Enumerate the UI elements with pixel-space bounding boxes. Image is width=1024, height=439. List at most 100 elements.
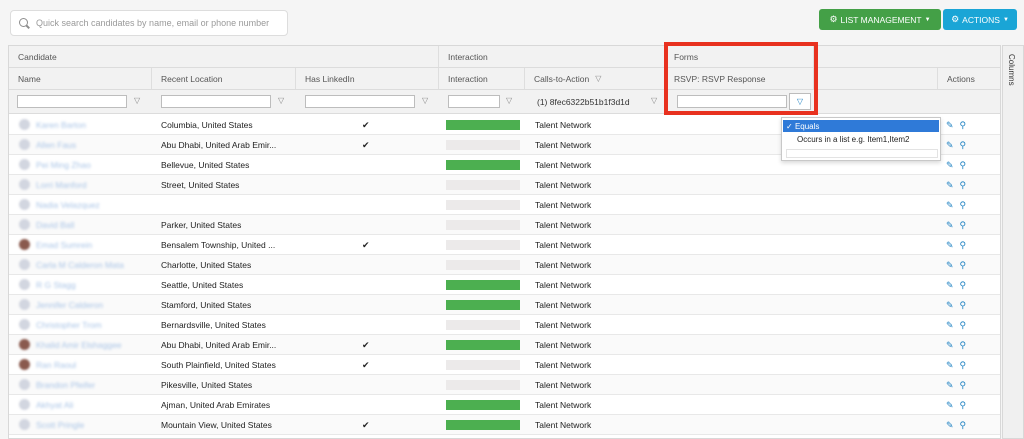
search-input[interactable] — [36, 18, 281, 28]
calls-to-action: Talent Network — [535, 400, 592, 410]
candidate-name-link[interactable]: Carla M Calderon Mata — [36, 255, 124, 275]
recent-location: Pikesville, United States — [161, 380, 253, 390]
magnifier-icon[interactable]: ⚲ — [960, 260, 967, 271]
magnifier-icon[interactable]: ⚲ — [960, 400, 967, 411]
candidate-name-link[interactable]: Lorri Manford — [36, 175, 87, 195]
table-row[interactable]: Akhyat Ali Ajman, United Arab Emirates Tal… — [9, 395, 1000, 415]
magnifier-icon[interactable]: ⚲ — [960, 280, 967, 291]
linkedin-filter-input[interactable] — [305, 95, 415, 108]
candidate-name-link[interactable]: Jennifer Calderon — [36, 295, 103, 315]
magnifier-icon[interactable]: ⚲ — [960, 200, 967, 211]
candidate-name-link[interactable]: Khalid Amir Elshaggee — [36, 335, 122, 355]
row-actions: ✎ ⚲ — [946, 375, 966, 395]
table-row[interactable]: Khalid Amir Elshaggee Abu Dhabi, United A… — [9, 335, 1000, 355]
candidate-name-link[interactable]: Scott Pringle — [36, 415, 84, 435]
actions-button[interactable]: ⚙ ACTIONS ▼ — [943, 9, 1017, 30]
candidate-name-link[interactable]: David Ball — [36, 215, 74, 235]
magnifier-icon[interactable]: ⚲ — [960, 300, 967, 311]
table-row[interactable]: Scott Pringle Mountain View, United State… — [9, 415, 1000, 435]
calls-to-action: Talent Network — [535, 280, 592, 290]
magnifier-icon[interactable]: ⚲ — [960, 420, 967, 431]
table-row[interactable]: David Ball Parker, United States Talent Ne… — [9, 215, 1000, 235]
dropdown-value-input[interactable] — [786, 149, 938, 158]
row-actions: ✎ ⚲ — [946, 295, 966, 315]
candidate-name-link[interactable]: Pei Ming Zhao — [36, 155, 91, 175]
magnifier-icon[interactable]: ⚲ — [960, 240, 967, 251]
recent-location: Bensalem Township, United ... — [161, 240, 276, 250]
pencil-icon[interactable]: ✎ — [946, 420, 954, 431]
interaction-bar — [446, 200, 520, 210]
list-management-button[interactable]: ⚙ LIST MANAGEMENT ▼ — [819, 9, 941, 30]
table-row[interactable]: R G Stagg Seattle, United States Talent Ne… — [9, 275, 1000, 295]
magnifier-icon[interactable]: ⚲ — [960, 320, 967, 331]
funnel-icon[interactable]: ▽ — [422, 96, 428, 105]
magnifier-icon[interactable]: ⚲ — [960, 140, 967, 151]
pencil-icon[interactable]: ✎ — [946, 240, 954, 251]
candidate-name-link[interactable]: Allen Faus — [36, 135, 76, 155]
table-row[interactable]: Carla M Calderon Mata Charlotte, United S… — [9, 255, 1000, 275]
caret-down-icon: ▼ — [1002, 16, 1009, 23]
pencil-icon[interactable]: ✎ — [946, 360, 954, 371]
magnifier-icon[interactable]: ⚲ — [960, 360, 967, 371]
pencil-icon[interactable]: ✎ — [946, 120, 954, 131]
candidate-name-link[interactable]: Nadia Velazquez — [36, 195, 100, 215]
columns-side-tab[interactable]: Columns — [1002, 45, 1024, 439]
magnifier-icon[interactable]: ⚲ — [960, 160, 967, 171]
col-interaction[interactable]: Interaction — [439, 68, 525, 89]
pencil-icon[interactable]: ✎ — [946, 200, 954, 211]
candidate-name-link[interactable]: Karen Barton — [36, 115, 86, 135]
candidate-name-link[interactable]: Akhyat Ali — [36, 395, 73, 415]
name-filter-input[interactable] — [17, 95, 127, 108]
calls-to-action: Talent Network — [535, 240, 592, 250]
col-recent-location[interactable]: Recent Location — [152, 68, 296, 89]
funnel-icon[interactable]: ▽ — [595, 74, 601, 83]
pencil-icon[interactable]: ✎ — [946, 300, 954, 311]
dropdown-option-equals[interactable]: ✓ Equals — [783, 120, 939, 132]
calls-to-action: Talent Network — [535, 140, 592, 150]
table-row[interactable]: Ran Raoul South Plainfield, United States… — [9, 355, 1000, 375]
col-has-linkedin[interactable]: Has LinkedIn — [296, 68, 439, 89]
col-spacer — [814, 68, 937, 89]
pencil-icon[interactable]: ✎ — [946, 380, 954, 391]
col-calls-to-action[interactable]: Calls-to-Action ▽ — [525, 68, 665, 89]
table-row[interactable]: Lorri Manford Street, United States Talent… — [9, 175, 1000, 195]
candidate-name-link[interactable]: R G Stagg — [36, 275, 76, 295]
checkmark-icon: ✔ — [362, 119, 370, 130]
candidate-name-link[interactable]: Ran Raoul — [36, 355, 76, 375]
cta-filter-value[interactable]: (1) 8fec6322b51b1f3d1d — [529, 95, 647, 108]
table-row[interactable]: Jennifer Calderon Stamford, United States… — [9, 295, 1000, 315]
pencil-icon[interactable]: ✎ — [946, 160, 954, 171]
pencil-icon[interactable]: ✎ — [946, 280, 954, 291]
filter-type-dropdown[interactable]: ✓ Equals Occurs in a list e.g. Item1,Ite… — [781, 117, 941, 161]
search-box[interactable] — [10, 10, 288, 36]
pencil-icon[interactable]: ✎ — [946, 180, 954, 191]
candidate-name-link[interactable]: Emad Sumrein — [36, 235, 92, 255]
pencil-icon[interactable]: ✎ — [946, 260, 954, 271]
magnifier-icon[interactable]: ⚲ — [960, 340, 967, 351]
funnel-icon[interactable]: ▽ — [506, 96, 512, 105]
dropdown-option-occurs-in-list[interactable]: Occurs in a list e.g. Item1,Item2 — [783, 133, 939, 145]
calls-to-action: Talent Network — [535, 260, 592, 270]
magnifier-icon[interactable]: ⚲ — [960, 380, 967, 391]
pencil-icon[interactable]: ✎ — [946, 320, 954, 331]
col-name[interactable]: Name — [9, 68, 152, 89]
pencil-icon[interactable]: ✎ — [946, 400, 954, 411]
pencil-icon[interactable]: ✎ — [946, 220, 954, 231]
magnifier-icon[interactable]: ⚲ — [960, 220, 967, 231]
pencil-icon[interactable]: ✎ — [946, 140, 954, 151]
magnifier-icon[interactable]: ⚲ — [960, 180, 967, 191]
candidate-name-link[interactable]: Christopher Trom — [36, 315, 102, 335]
calls-to-action: Talent Network — [535, 300, 592, 310]
pencil-icon[interactable]: ✎ — [946, 340, 954, 351]
location-filter-input[interactable] — [161, 95, 271, 108]
table-row[interactable]: Christopher Trom Bernardsville, United St… — [9, 315, 1000, 335]
funnel-icon[interactable]: ▽ — [278, 96, 284, 105]
candidate-name-link[interactable]: Brandon Pfeifer — [36, 375, 95, 395]
funnel-icon[interactable]: ▽ — [134, 96, 140, 105]
magnifier-icon[interactable]: ⚲ — [960, 120, 967, 131]
table-row[interactable]: Emad Sumrein Bensalem Township, United ..… — [9, 235, 1000, 255]
funnel-icon[interactable]: ▽ — [651, 96, 657, 105]
interaction-filter-input[interactable] — [448, 95, 500, 108]
table-row[interactable]: Nadia Velazquez Talent Network ✎ ⚲ — [9, 195, 1000, 215]
table-row[interactable]: Brandon Pfeifer Pikesville, United States… — [9, 375, 1000, 395]
